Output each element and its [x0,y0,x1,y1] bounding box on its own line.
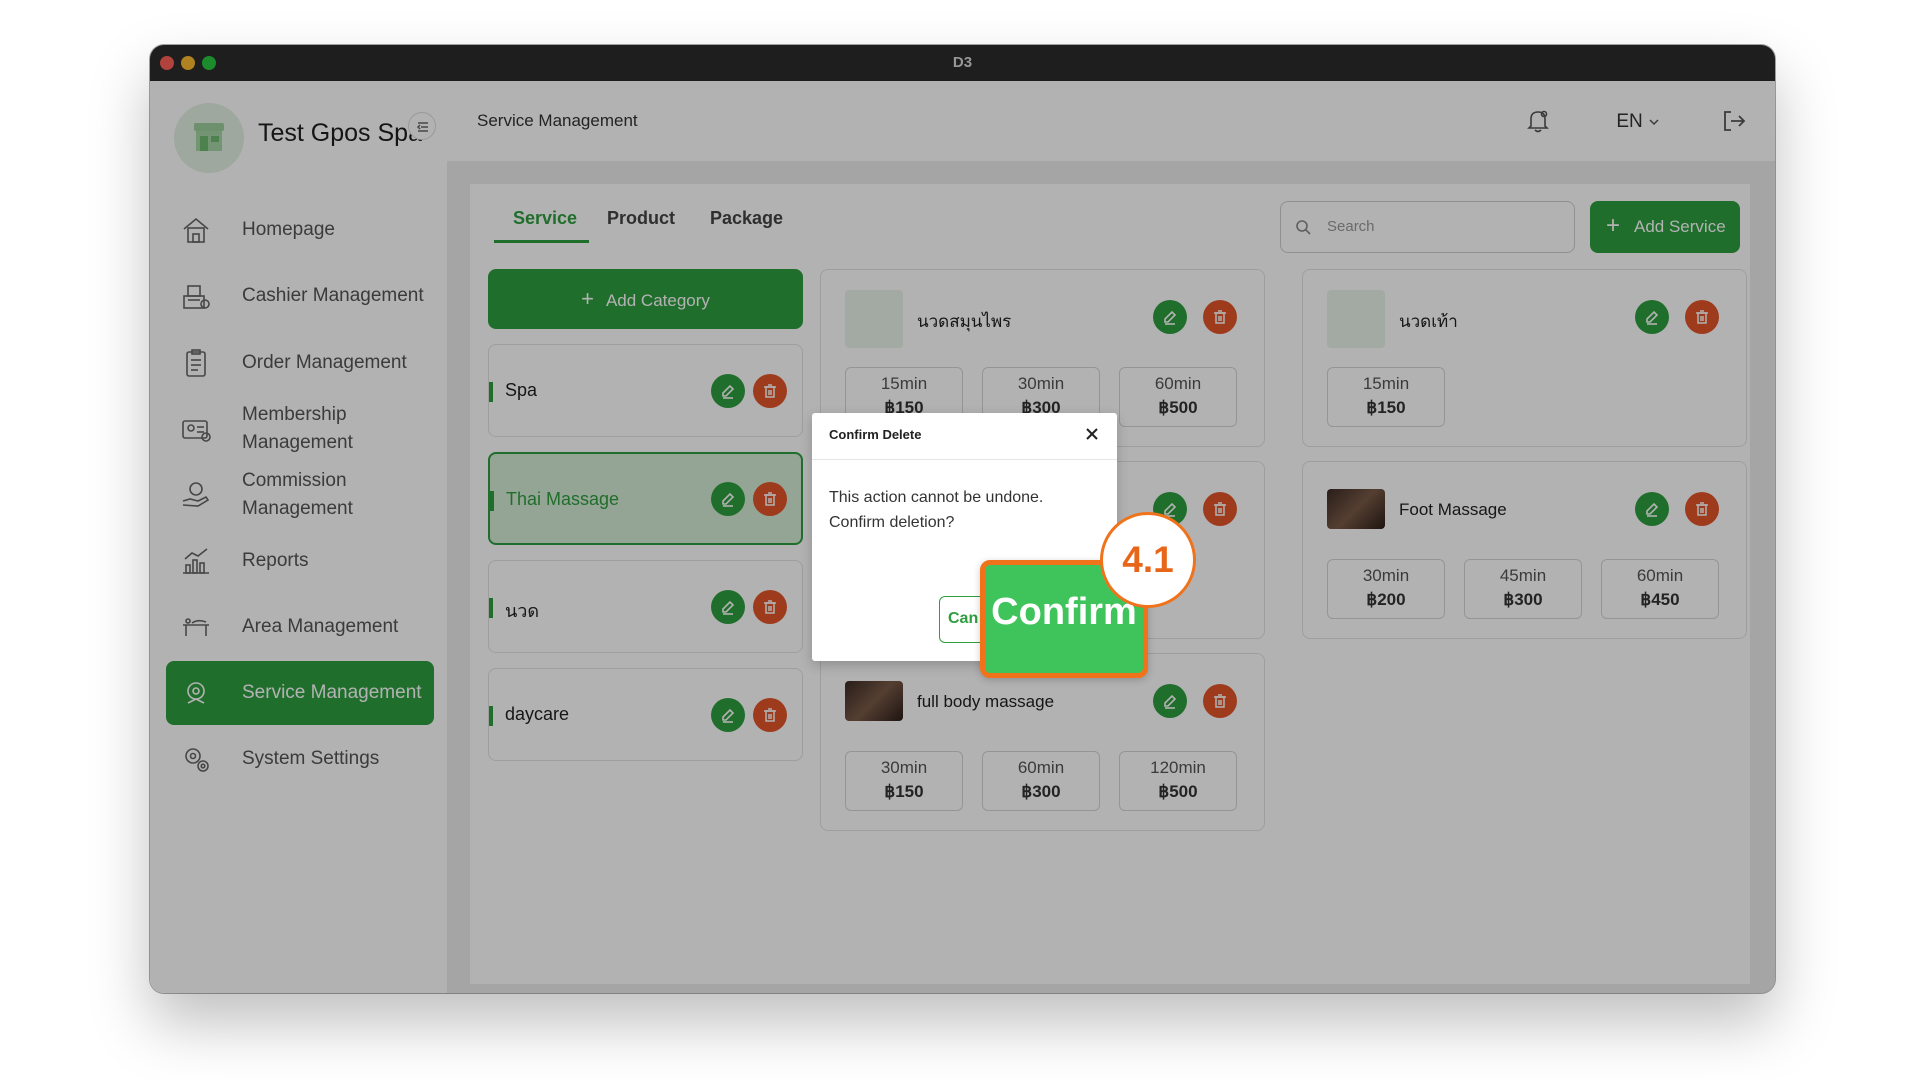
dialog-message: This action cannot be undone. Confirm de… [829,485,1099,535]
dialog-title: Confirm Delete [829,427,922,442]
dialog-message-line: Confirm deletion? [829,514,955,531]
step-badge: 4.1 [1100,512,1196,608]
dialog-divider [812,459,1117,460]
cancel-label: Can [948,610,979,627]
close-icon[interactable] [1083,425,1101,443]
dialog-message-line: This action cannot be undone. [829,489,1044,506]
